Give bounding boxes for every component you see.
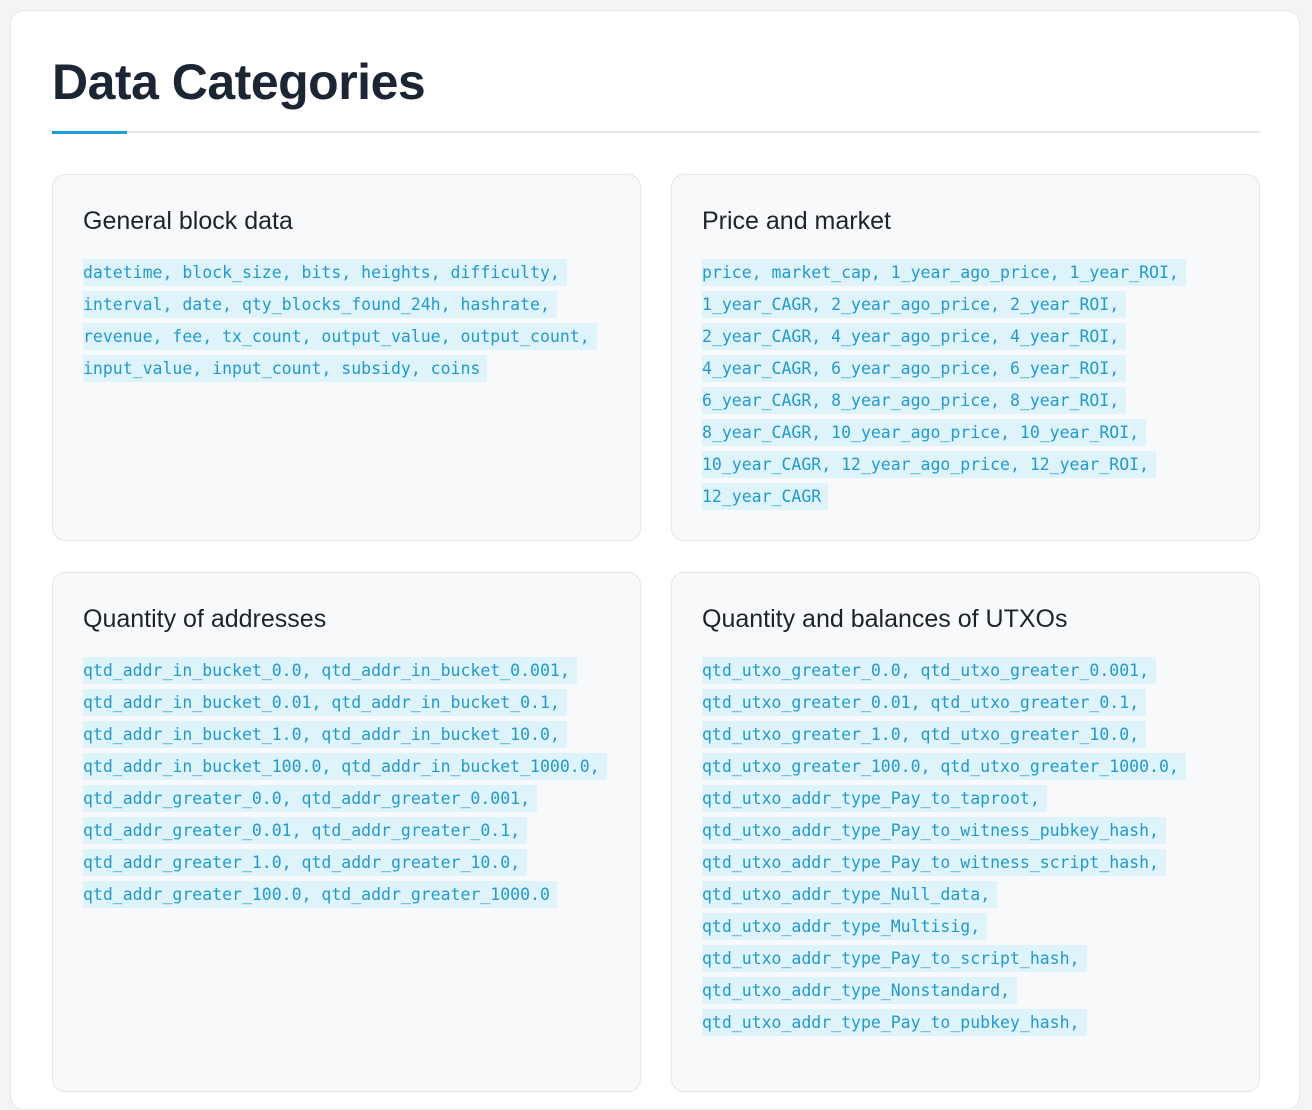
category-card-utxo-quantity-and-balances: Quantity and balances of UTXOs qtd_utxo_… bbox=[671, 572, 1260, 1092]
field-names-code: price, market_cap, 1_year_ago_price, 1_y… bbox=[702, 259, 1186, 510]
category-card-general-block-data: General block data datetime, block_size,… bbox=[52, 174, 641, 541]
category-card-quantity-of-addresses: Quantity of addresses qtd_addr_in_bucket… bbox=[52, 572, 641, 1092]
category-card-price-and-market: Price and market price, market_cap, 1_ye… bbox=[671, 174, 1260, 541]
category-field-list: qtd_addr_in_bucket_0.0, qtd_addr_in_buck… bbox=[83, 655, 623, 911]
category-title: Price and market bbox=[702, 207, 891, 235]
field-names-code: datetime, block_size, bits, heights, dif… bbox=[83, 259, 597, 382]
category-field-list: datetime, block_size, bits, heights, dif… bbox=[83, 257, 623, 385]
page-title: Data Categories bbox=[52, 54, 426, 110]
title-divider bbox=[52, 131, 1260, 134]
data-categories-panel: Data Categories General block data datet… bbox=[10, 10, 1300, 1110]
category-field-list: qtd_utxo_greater_0.0, qtd_utxo_greater_0… bbox=[702, 655, 1242, 1039]
category-title: Quantity and balances of UTXOs bbox=[702, 605, 1068, 633]
category-field-list: price, market_cap, 1_year_ago_price, 1_y… bbox=[702, 257, 1242, 513]
field-names-code: qtd_utxo_greater_0.0, qtd_utxo_greater_0… bbox=[702, 657, 1186, 1036]
title-accent-bar bbox=[52, 131, 127, 134]
category-title: Quantity of addresses bbox=[83, 605, 327, 633]
category-title: General block data bbox=[83, 207, 293, 235]
field-names-code: qtd_addr_in_bucket_0.0, qtd_addr_in_buck… bbox=[83, 657, 607, 908]
